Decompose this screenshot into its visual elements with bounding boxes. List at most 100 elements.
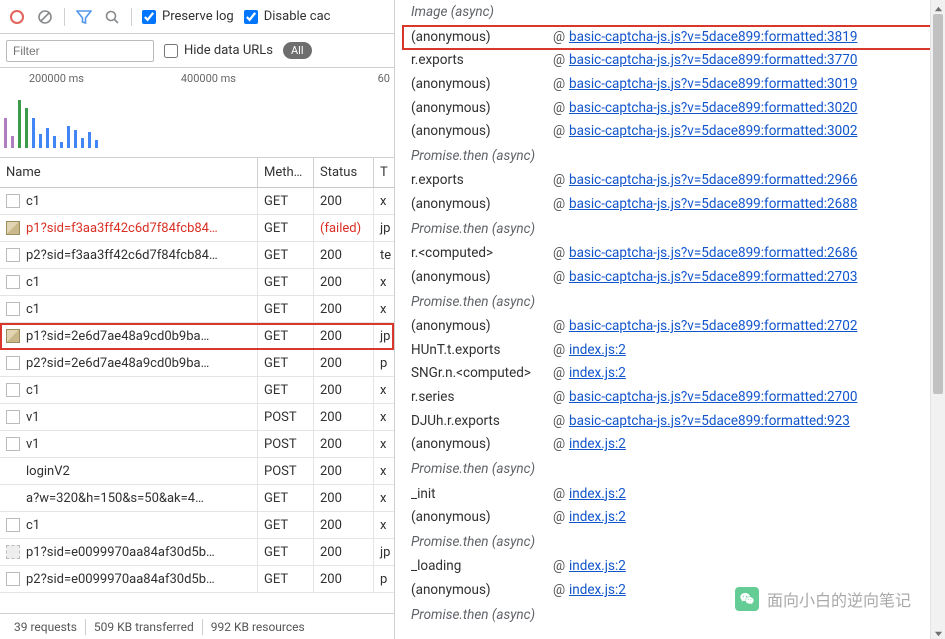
request-name: p2?sid=f3aa3ff42c6d7f84fcb84… [26, 248, 218, 263]
stack-frame[interactable]: (anonymous)@basic-captcha-js.js?v=5dace8… [403, 97, 939, 121]
filter-all-pill[interactable]: All [283, 42, 312, 59]
stack-frame[interactable]: (anonymous)@basic-captcha-js.js?v=5dace8… [403, 193, 939, 217]
search-icon[interactable] [103, 8, 121, 26]
table-header[interactable]: Name Meth… Status T [0, 158, 394, 188]
table-row[interactable]: a?w=320&h=150&s=50&ak=4…GET200x [0, 485, 394, 512]
scrollbar[interactable] [930, 0, 945, 639]
table-row[interactable]: p1?sid=2e6d7ae48a9cd0b9ba…GET200jp [0, 323, 394, 350]
stack-location-link[interactable]: index.js:2 [569, 555, 939, 579]
hide-data-urls-checkbox[interactable] [164, 44, 178, 58]
stack-at: @ [553, 242, 569, 266]
stack-at: @ [553, 410, 569, 434]
table-row[interactable]: c1GET200x [0, 512, 394, 539]
stack-frame[interactable]: SNGr.n.<computed>@index.js:2 [403, 362, 939, 386]
stack-function: DJUh.r.exports [403, 410, 553, 434]
stack-location-link[interactable]: basic-captcha-js.js?v=5dace899:formatted… [569, 120, 939, 144]
stack-frame[interactable]: r.exports@basic-captcha-js.js?v=5dace899… [403, 169, 939, 193]
table-row[interactable]: p2?sid=e0099970aa84af30d5b…GET200p [0, 566, 394, 593]
disable-cache-checkbox[interactable] [244, 10, 258, 24]
stack-frame[interactable]: (anonymous)@index.js:2 [403, 433, 939, 457]
request-method: POST [258, 431, 314, 457]
stack-location-link[interactable]: basic-captcha-js.js?v=5dace899:formatted… [569, 97, 939, 121]
disable-cache-toggle[interactable]: Disable cac [244, 9, 331, 24]
request-status: 200 [314, 323, 374, 349]
stack-location-link[interactable]: basic-captcha-js.js?v=5dace899:formatted… [569, 193, 939, 217]
table-row[interactable]: p1?sid=f3aa3ff42c6d7f84fcb84…GET(failed)… [0, 215, 394, 242]
table-row[interactable]: p1?sid=e0099970aa84af30d5b…GET200jp [0, 539, 394, 566]
stack-location-link[interactable]: index.js:2 [569, 483, 939, 507]
table-row[interactable]: p2?sid=2e6d7ae48a9cd0b9ba…GET200p [0, 350, 394, 377]
stack-location-link[interactable]: basic-captcha-js.js?v=5dace899:formatted… [569, 315, 939, 339]
stack-frame[interactable]: (anonymous)@index.js:2 [403, 506, 939, 530]
stack-location-link[interactable]: basic-captcha-js.js?v=5dace899:formatted… [569, 73, 939, 97]
request-name: v1 [26, 410, 40, 425]
stack-section-header: Image (async) [403, 0, 939, 26]
preserve-log-checkbox[interactable] [142, 10, 156, 24]
record-icon[interactable] [8, 8, 26, 26]
preserve-log-toggle[interactable]: Preserve log [142, 9, 234, 24]
stack-location-link[interactable]: index.js:2 [569, 579, 939, 603]
hide-data-urls-toggle[interactable]: Hide data URLs [164, 43, 273, 58]
stack-location-link[interactable]: basic-captcha-js.js?v=5dace899:formatted… [569, 26, 935, 50]
clear-icon[interactable] [36, 8, 54, 26]
file-type-icon [6, 437, 20, 451]
separator [64, 8, 65, 26]
stack-frame[interactable]: (anonymous)@basic-captcha-js.js?v=5dace8… [403, 26, 939, 50]
stack-location-link[interactable]: basic-captcha-js.js?v=5dace899:formatted… [569, 386, 939, 410]
col-status[interactable]: Status [314, 158, 374, 187]
stack-location-link[interactable]: index.js:2 [569, 433, 939, 457]
stack-at: @ [553, 579, 569, 603]
filter-icon[interactable] [75, 8, 93, 26]
stack-at: @ [553, 506, 569, 530]
filter-bar: Hide data URLs All [0, 34, 394, 68]
table-row[interactable]: c1GET200x [0, 377, 394, 404]
stack-location-link[interactable]: index.js:2 [569, 339, 939, 363]
scroll-down-icon[interactable] [934, 627, 943, 636]
col-type[interactable]: T [374, 158, 394, 187]
col-method[interactable]: Meth… [258, 158, 314, 187]
stack-frame[interactable]: HUnT.t.exports@index.js:2 [403, 339, 939, 363]
scroll-up-icon[interactable] [934, 3, 943, 12]
stack-frame[interactable]: (anonymous)@index.js:2 [403, 579, 939, 603]
table-row[interactable]: c1GET200x [0, 188, 394, 215]
stack-location-link[interactable]: index.js:2 [569, 362, 939, 386]
stack-section-header: Promise.then (async) [403, 217, 939, 243]
stack-frame[interactable]: _init@index.js:2 [403, 483, 939, 507]
stack-at: @ [553, 433, 569, 457]
stack-frame[interactable]: (anonymous)@basic-captcha-js.js?v=5dace8… [403, 120, 939, 144]
table-row[interactable]: v1POST200x [0, 404, 394, 431]
status-requests: 39 requests [6, 620, 85, 634]
table-row[interactable]: c1GET200x [0, 296, 394, 323]
timeline-overview[interactable]: 200000 ms 400000 ms 60 [0, 68, 394, 158]
file-type-icon [6, 329, 20, 343]
stack-location-link[interactable]: basic-captcha-js.js?v=5dace899:formatted… [569, 49, 939, 73]
stack-frame[interactable]: r.<computed>@basic-captcha-js.js?v=5dace… [403, 242, 939, 266]
stack-location-link[interactable]: index.js:2 [569, 506, 939, 530]
table-row[interactable]: p2?sid=f3aa3ff42c6d7f84fcb84…GET200te [0, 242, 394, 269]
table-row[interactable]: v1POST200x [0, 431, 394, 458]
request-method: POST [258, 404, 314, 430]
col-name[interactable]: Name [0, 158, 258, 187]
stack-location-link[interactable]: basic-captcha-js.js?v=5dace899:formatted… [569, 410, 939, 434]
stack-frame[interactable]: (anonymous)@basic-captcha-js.js?v=5dace8… [403, 73, 939, 97]
timeline-tick: 400000 ms [181, 72, 236, 85]
stack-frame[interactable]: r.exports@basic-captcha-js.js?v=5dace899… [403, 49, 939, 73]
stack-location-link[interactable]: basic-captcha-js.js?v=5dace899:formatted… [569, 169, 939, 193]
stack-location-link[interactable]: basic-captcha-js.js?v=5dace899:formatted… [569, 266, 939, 290]
stack-frame[interactable]: (anonymous)@basic-captcha-js.js?v=5dace8… [403, 266, 939, 290]
stack-at: @ [553, 169, 569, 193]
request-type: te [374, 242, 394, 268]
table-row[interactable]: c1GET200x [0, 269, 394, 296]
stack-frame[interactable]: DJUh.r.exports@basic-captcha-js.js?v=5da… [403, 410, 939, 434]
stack-location-link[interactable]: basic-captcha-js.js?v=5dace899:formatted… [569, 242, 939, 266]
stack-frame[interactable]: _loading@index.js:2 [403, 555, 939, 579]
stack-frame[interactable]: (anonymous)@basic-captcha-js.js?v=5dace8… [403, 315, 939, 339]
stack-at: @ [553, 266, 569, 290]
request-type: x [374, 269, 394, 295]
stack-function: HUnT.t.exports [403, 339, 553, 363]
table-row[interactable]: loginV2POST200x [0, 458, 394, 485]
request-type: jp [374, 215, 394, 241]
scrollbar-thumb[interactable] [933, 14, 943, 394]
stack-frame[interactable]: r.series@basic-captcha-js.js?v=5dace899:… [403, 386, 939, 410]
filter-input[interactable] [6, 40, 154, 62]
